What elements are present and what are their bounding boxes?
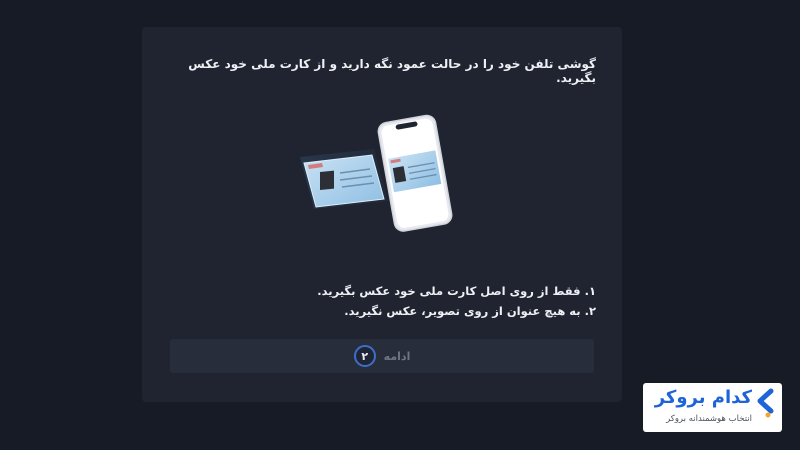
id-card-icon xyxy=(303,154,385,208)
brand-tagline: انتخاب هوشمندانه بروکر xyxy=(666,414,752,424)
page: گوشی تلفن خود را در حالت عمود نگه دارید … xyxy=(0,0,800,450)
brand-logo-icon xyxy=(757,388,774,418)
phone-id-card-illustration xyxy=(300,114,453,232)
continue-label: ادامه xyxy=(383,349,411,363)
step-number-badge: ۲ xyxy=(353,345,376,367)
brand-watermark: کدام بروکر انتخاب هوشمندانه بروکر xyxy=(643,383,782,432)
brand-name: کدام بروکر xyxy=(654,387,752,408)
note-original-card: ۱. فقط از روی اصل کارت ملی خود عکس بگیری… xyxy=(317,284,596,298)
phone-icon xyxy=(377,114,453,232)
continue-button[interactable]: ادامه ۲ xyxy=(170,339,594,373)
id-capture-card: گوشی تلفن خود را در حالت عمود نگه دارید … xyxy=(142,27,622,402)
instruction-text: گوشی تلفن خود را در حالت عمود نگه دارید … xyxy=(188,57,596,85)
notes-list: ۱. فقط از روی اصل کارت ملی خود عکس بگیری… xyxy=(176,281,596,321)
note-no-photo-of-image: ۲. به هیچ عنوان از روی تصویر، عکس نگیرید… xyxy=(344,304,596,318)
